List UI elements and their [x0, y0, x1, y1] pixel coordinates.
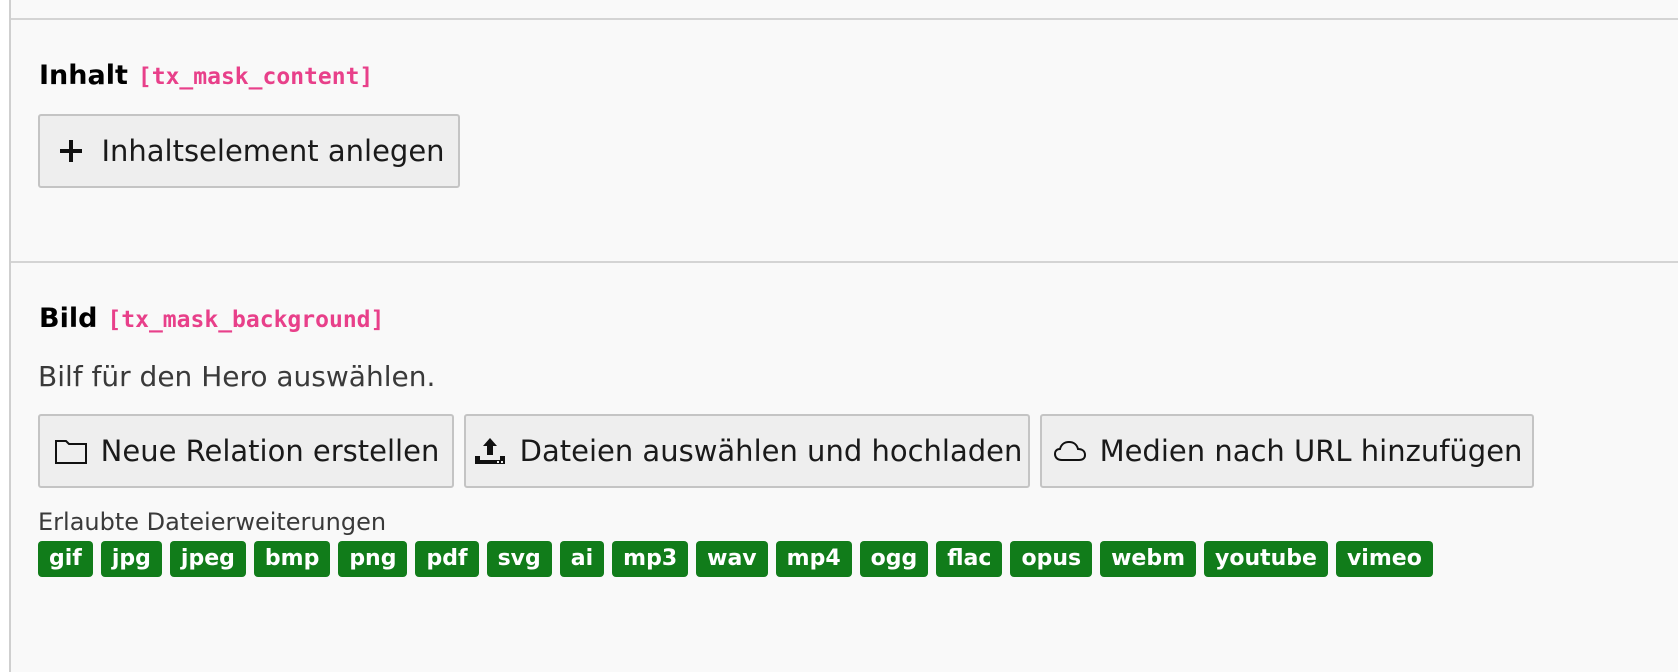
allowed-extensions-list: gif jpg jpeg bmp png pdf svg ai mp3 wav mp4 ogg flac… — [38, 541, 1433, 577]
extension-badge: ogg — [859, 541, 929, 577]
extension-badge: gif — [38, 541, 93, 577]
extension-badge: opus — [1010, 541, 1093, 577]
form-panel: Inhalt [tx_mask_content] Inhaltselement … — [9, 0, 1678, 672]
extension-badge: jpeg — [169, 541, 246, 577]
extension-badge: webm — [1100, 541, 1196, 577]
extension-badge: png — [338, 541, 408, 577]
divider-middle — [11, 261, 1678, 263]
create-content-element-button[interactable]: Inhaltselement anlegen — [38, 114, 460, 188]
field-content-key: [tx_mask_content] — [137, 64, 374, 90]
field-background-key: [tx_mask_background] — [107, 307, 385, 333]
cloud-icon — [1052, 433, 1088, 469]
folder-icon — [53, 433, 89, 469]
extension-badge: flac — [936, 541, 1003, 577]
extension-badge: bmp — [253, 541, 331, 577]
extension-badge: youtube — [1204, 541, 1328, 577]
upload-icon — [472, 433, 508, 469]
divider-top — [11, 18, 1678, 20]
extension-badge: ai — [559, 541, 605, 577]
extension-badge: wav — [696, 541, 768, 577]
field-background-label-row: Bild [tx_mask_background] — [39, 302, 1678, 336]
extension-badge: pdf — [415, 541, 479, 577]
extension-badge: mp3 — [612, 541, 689, 577]
add-media-by-url-label: Medien nach URL hinzufügen — [1099, 434, 1523, 468]
extension-badge: mp4 — [775, 541, 852, 577]
field-background-description: Bilf für den Hero auswählen. — [38, 360, 436, 393]
extension-badge: vimeo — [1335, 541, 1433, 577]
field-background-label: Bild — [39, 303, 98, 334]
upload-files-label: Dateien auswählen und hochladen — [519, 434, 1023, 468]
plus-icon — [53, 133, 89, 169]
allowed-extensions-title: Erlaubte Dateierweiterungen — [38, 508, 387, 536]
new-relation-button[interactable]: Neue Relation erstellen — [38, 414, 454, 488]
extension-badge: svg — [486, 541, 552, 577]
field-content-label: Inhalt — [39, 60, 128, 91]
create-content-element-label: Inhaltselement anlegen — [101, 134, 445, 168]
field-background-section: Bild [tx_mask_background] — [39, 302, 1678, 336]
field-content-label-row: Inhalt [tx_mask_content] — [39, 59, 1678, 93]
upload-files-button[interactable]: Dateien auswählen und hochladen — [464, 414, 1030, 488]
field-content-section: Inhalt [tx_mask_content] — [39, 59, 1678, 93]
add-media-by-url-button[interactable]: Medien nach URL hinzufügen — [1040, 414, 1534, 488]
new-relation-label: Neue Relation erstellen — [100, 434, 440, 468]
extension-badge: jpg — [100, 541, 162, 577]
